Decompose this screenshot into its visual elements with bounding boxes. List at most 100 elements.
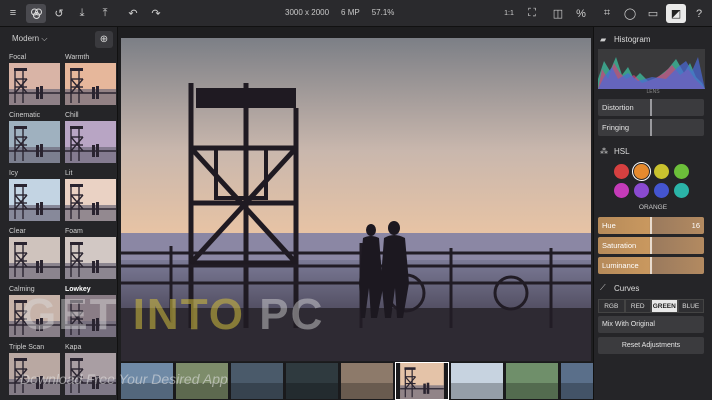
reset-adjustments-button[interactable]: Reset Adjustments: [598, 337, 704, 354]
mix-with-original-toggle[interactable]: Mix With Original: [598, 316, 704, 333]
fringing-slider[interactable]: Fringing: [598, 119, 704, 136]
undo-icon[interactable]: ↶: [123, 4, 143, 23]
curves-title: Curves: [614, 283, 640, 293]
saturation-slider[interactable]: Saturation: [598, 237, 704, 254]
hsl-selected-color: ORANGE: [638, 204, 668, 211]
preset-lit[interactable]: Lit: [65, 169, 116, 224]
fringing-slider-handle[interactable]: [650, 119, 652, 136]
curve-channel-tabs: RGB RED GREEN BLUE: [598, 299, 704, 313]
preset-thumbnail: [9, 237, 60, 279]
preset-focal[interactable]: Focal: [9, 53, 60, 108]
percent-icon[interactable]: %: [571, 4, 591, 23]
zoom-one-to-one-button[interactable]: 1:1: [499, 4, 519, 23]
hsl-color-swatch[interactable]: [634, 183, 649, 198]
menu-icon[interactable]: ≡: [3, 4, 23, 23]
redo-icon[interactable]: ↷: [146, 4, 166, 23]
preset-cinematic[interactable]: Cinematic: [9, 111, 60, 166]
fit-screen-icon[interactable]: ⛶: [522, 4, 542, 23]
preset-thumbnail: [9, 121, 60, 163]
help-button[interactable]: ?: [689, 4, 709, 23]
import-icon[interactable]: ⤓: [72, 4, 92, 23]
distortion-slider[interactable]: Distortion: [598, 99, 704, 116]
preset-label: Cinematic: [9, 112, 41, 119]
presets-header: Modern ⌵ ⊕: [0, 27, 117, 51]
mix-label: Mix With Original: [602, 321, 655, 328]
toolbar-right-group: 1:1 ⛶ ◫ % ⌗ ◯ ▭ ◩ ?: [496, 4, 709, 23]
watermark-into: INTO: [132, 290, 245, 339]
luminance-label: Luminance: [602, 261, 639, 270]
image-megapixels: 6 MP: [341, 8, 360, 17]
hsl-title: HSL: [614, 146, 630, 156]
luminance-slider[interactable]: Luminance: [598, 257, 704, 274]
luminance-slider-handle[interactable]: [650, 257, 652, 274]
hue-slider-handle[interactable]: [650, 217, 652, 234]
filmstrip-thumbnail[interactable]: [451, 363, 503, 399]
preset-grid: Focal Warmth Cinematic Chill Icy Lit Clear Foam…: [0, 51, 117, 398]
watermark-get: GET: [22, 290, 133, 339]
preset-label: Focal: [9, 54, 27, 61]
preset-warmth[interactable]: Warmth: [65, 53, 116, 108]
hsl-color-swatch[interactable]: [674, 183, 689, 198]
preset-chill[interactable]: Chill: [65, 111, 116, 166]
history-icon[interactable]: ↺: [49, 4, 69, 23]
lens-label: LENS: [646, 89, 660, 95]
saturation-label: Saturation: [602, 241, 637, 250]
preset-thumbnail: [65, 179, 116, 221]
preset-label: Kapa: [65, 344, 82, 351]
filmstrip-thumbnail[interactable]: [341, 363, 393, 399]
fringing-label: Fringing: [602, 123, 630, 132]
hsl-swatch-row-1: [594, 162, 712, 181]
zoom-level: 57.1%: [371, 8, 395, 17]
saturation-slider-handle[interactable]: [650, 237, 652, 254]
curve-tab-blue[interactable]: BLUE: [677, 299, 704, 313]
hsl-color-swatch[interactable]: [632, 162, 651, 181]
curve-tab-green[interactable]: GREEN: [651, 299, 678, 313]
hsl-color-swatch[interactable]: [654, 183, 669, 198]
hsl-color-swatch[interactable]: [654, 164, 669, 179]
frame-icon[interactable]: ▭: [643, 4, 663, 23]
curve-tab-red[interactable]: RED: [624, 299, 651, 313]
filmstrip-thumbnail[interactable]: [395, 362, 449, 400]
hsl-color-swatch[interactable]: [614, 183, 629, 198]
histogram-icon: ▰: [600, 34, 607, 44]
preset-label: Warmth: [65, 54, 90, 61]
distortion-slider-handle[interactable]: [650, 99, 652, 116]
hsl-color-swatch[interactable]: [614, 164, 629, 179]
hsl-color-swatch[interactable]: [674, 164, 689, 179]
filmstrip-thumbnail[interactable]: [506, 363, 558, 399]
watermark-tagline: Download Free Your Desired App: [20, 371, 228, 387]
histogram-chart: [598, 49, 705, 89]
crop-icon[interactable]: ⌗: [597, 4, 617, 23]
preset-clear[interactable]: Clear: [9, 227, 60, 282]
preset-category-dropdown[interactable]: Modern ⌵: [12, 34, 47, 44]
watermark-logo: GET INTO PC: [22, 290, 324, 340]
image-dimensions: 3000 x 2000: [285, 8, 330, 17]
preset-thumbnail: [65, 63, 116, 105]
preset-thumbnail: [9, 179, 60, 221]
adjustments-panel: ▰ Histogram LENS Distortion Fringing ⁂ H…: [593, 27, 712, 400]
filmstrip-thumbnail[interactable]: [231, 363, 283, 399]
histogram-header: ▰ Histogram: [594, 32, 712, 46]
vignette-icon[interactable]: ◯: [620, 4, 640, 23]
hue-value: 16: [691, 221, 700, 230]
curves-icon: ⟋: [600, 283, 606, 292]
hsl-header: ⁂ HSL: [594, 144, 712, 158]
preset-label: Foam: [65, 228, 83, 235]
preset-label: Icy: [9, 170, 18, 177]
adjust-icon[interactable]: ◩: [666, 4, 686, 23]
preset-thumbnail: [65, 121, 116, 163]
hue-slider[interactable]: Hue 16: [598, 217, 704, 234]
export-icon[interactable]: ⤒: [95, 4, 115, 23]
preset-label: Chill: [65, 112, 79, 119]
presets-icon[interactable]: [26, 3, 46, 23]
chevron-down-icon: ⌵: [41, 34, 48, 43]
add-preset-icon[interactable]: ⊕: [95, 30, 113, 48]
hsl-swatch-row-2: [594, 183, 712, 198]
filmstrip-thumbnail[interactable]: [286, 363, 338, 399]
preset-icy[interactable]: Icy: [9, 169, 60, 224]
top-toolbar: ≡ ↺ ⤓ ⤒ ↶ ↷ 3000 x 2000 6 MP 57.1% 1:1 ⛶…: [0, 0, 712, 27]
curve-tab-rgb[interactable]: RGB: [598, 299, 625, 313]
curves-header: ⟋ Curves: [594, 281, 712, 295]
compare-icon[interactable]: ◫: [548, 4, 568, 23]
preset-foam[interactable]: Foam: [65, 227, 116, 282]
